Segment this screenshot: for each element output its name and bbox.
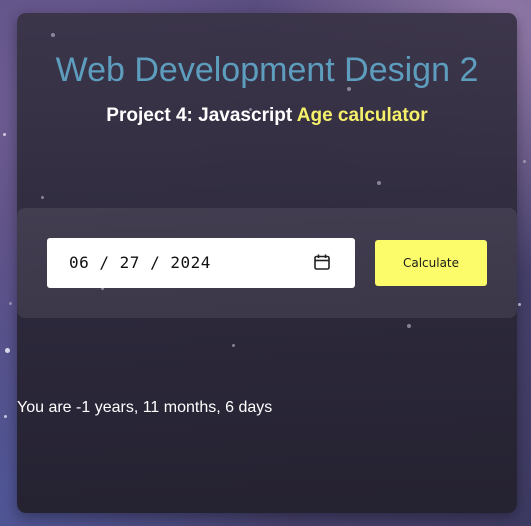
star-decoration (518, 303, 521, 306)
star-decoration (232, 344, 235, 347)
star-decoration (3, 133, 6, 136)
page-title: Web Development Design 2 (55, 51, 479, 89)
star-decoration (407, 324, 411, 328)
calculator-card: Web Development Design 2 Project 4: Java… (17, 13, 517, 513)
age-result: You are -1 years, 11 months, 6 days (17, 399, 273, 416)
star-decoration (5, 348, 10, 353)
star-decoration (41, 196, 44, 199)
star-decoration (523, 160, 526, 163)
calculate-button[interactable]: Calculate (375, 240, 487, 286)
star-decoration (9, 302, 12, 305)
birthdate-value[interactable]: 06 / 27 / 2024 (69, 253, 211, 272)
subtitle-accent: Age calculator (296, 105, 428, 126)
star-decoration (377, 181, 381, 185)
star-decoration (4, 415, 7, 418)
star-decoration (51, 33, 55, 37)
input-panel: 06 / 27 / 2024 Calculate (17, 208, 517, 318)
page-subtitle: Project 4: Javascript Age calculator (17, 105, 517, 127)
calendar-icon[interactable] (313, 253, 331, 271)
birthdate-input[interactable]: 06 / 27 / 2024 (47, 238, 355, 288)
subtitle-prefix: Project 4: Javascript (106, 105, 293, 126)
